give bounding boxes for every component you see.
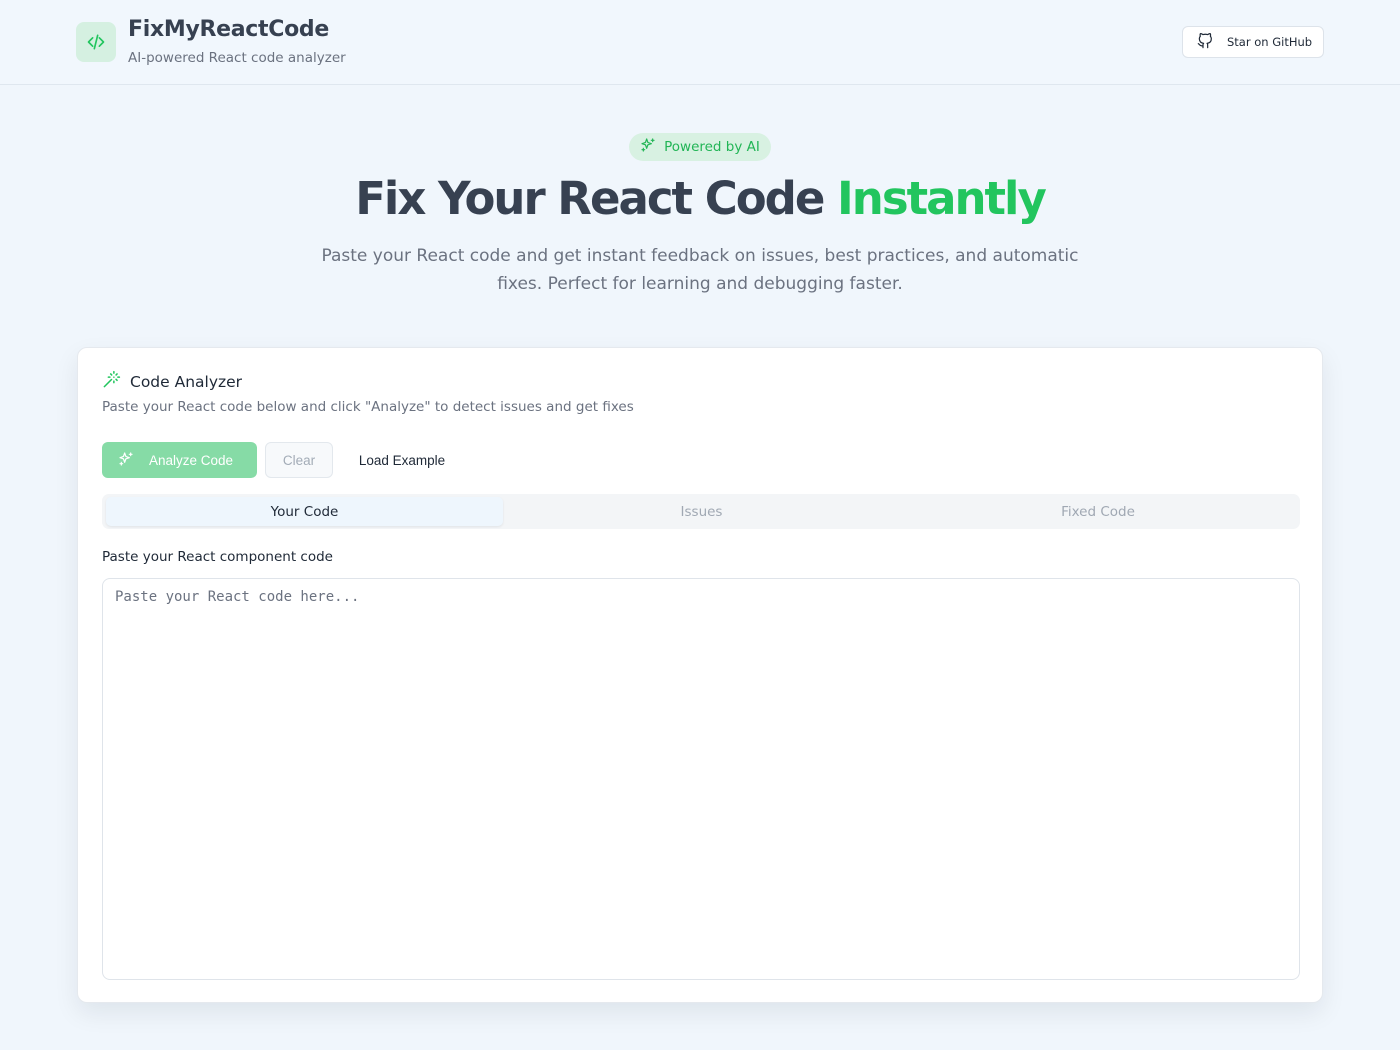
code-analyzer-card: Code Analyzer Paste your React code belo…	[77, 347, 1323, 1003]
star-on-github-button[interactable]: Star on GitHub	[1182, 26, 1324, 58]
badge-label: Powered by AI	[664, 139, 760, 155]
load-example-button[interactable]: Load Example	[342, 442, 462, 478]
card-title: Code Analyzer	[102, 370, 242, 393]
sparkles-icon	[118, 451, 134, 470]
hero-title-accent: Instantly	[837, 172, 1047, 225]
magic-wand-icon	[102, 370, 121, 393]
card-subtitle: Paste your React code below and click "A…	[102, 399, 634, 415]
clear-button[interactable]: Clear	[265, 442, 333, 478]
hero-description-line-2: fixes. Perfect for learning and debuggin…	[497, 274, 903, 294]
analyze-code-button[interactable]: Analyze Code	[102, 442, 257, 478]
analyze-code-label: Analyze Code	[149, 452, 234, 468]
app-subtitle: AI-powered React code analyzer	[128, 50, 346, 66]
tab-your-code[interactable]: Your Code	[106, 497, 503, 526]
github-icon	[1197, 32, 1213, 52]
github-button-label: Star on GitHub	[1227, 35, 1313, 49]
tab-issues[interactable]: Issues	[503, 497, 900, 526]
hero-description: Paste your React code and get instant fe…	[320, 242, 1080, 298]
tab-list: Your Code Issues Fixed Code	[102, 494, 1300, 529]
code-input[interactable]	[102, 578, 1300, 980]
tab-fixed-code[interactable]: Fixed Code	[900, 497, 1296, 526]
app-title: FixMyReactCode	[128, 17, 329, 42]
hero-title-main: Fix Your React Code	[355, 172, 825, 225]
sparkles-icon	[640, 137, 656, 157]
code-icon	[76, 22, 116, 62]
card-title-text: Code Analyzer	[130, 372, 243, 391]
hero-title: Fix Your React Code Instantly	[0, 172, 1400, 225]
code-input-label: Paste your React component code	[102, 549, 333, 565]
app-header: FixMyReactCode AI-powered React code ana…	[0, 0, 1400, 85]
powered-by-ai-badge: Powered by AI	[629, 133, 771, 161]
hero-description-line-1: Paste your React code and get instant fe…	[321, 246, 1079, 266]
